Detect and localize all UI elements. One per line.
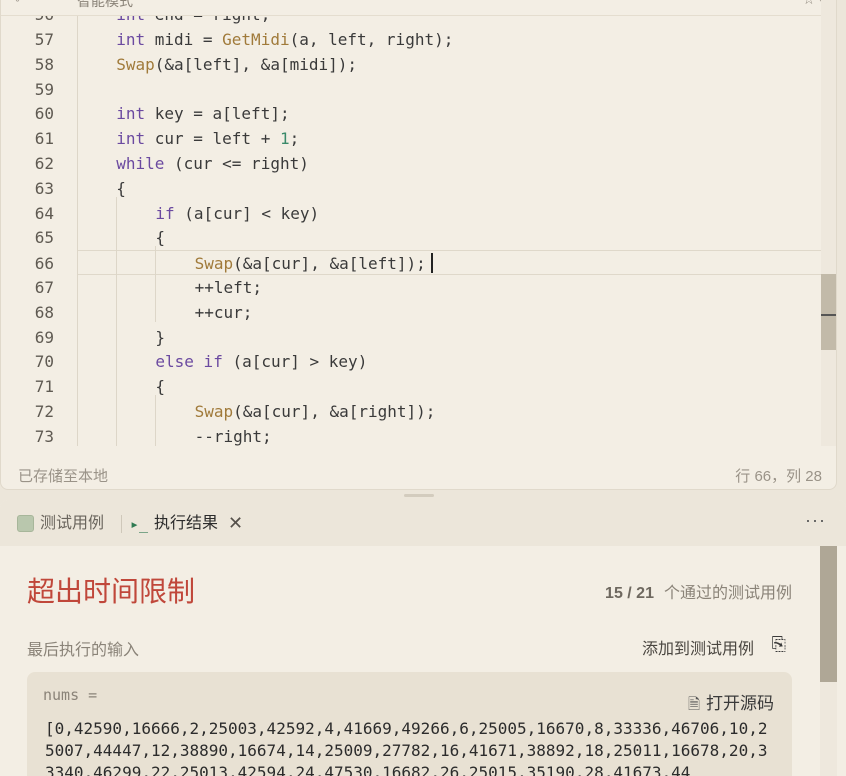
last-input-label: 最后执行的输入: [27, 642, 140, 659]
line-number: 73: [34, 426, 54, 446]
line-number: 70: [34, 352, 54, 372]
editor-mode-label[interactable]: 智能模式: [77, 0, 133, 11]
save-status: 已存储至本地: [18, 468, 109, 485]
line-number: 61: [34, 129, 54, 149]
terminal-icon: ▸_: [130, 515, 149, 533]
code-text: if (a[cur] < key): [155, 203, 320, 223]
code-text: --right;: [194, 426, 272, 446]
code-line-current[interactable]: 66 Swap(&a[cur], &a[left]);: [35, 250, 821, 276]
code-text: int key = a[left];: [116, 104, 290, 124]
code-text: Swap(&a[cur], &a[right]);: [194, 402, 436, 421]
editor-tabstrip: ◦ 智能模式 ☆ ◦: [1, 0, 836, 16]
tab-separator: [121, 515, 122, 533]
indent-guide: [77, 0, 78, 446]
code-text: }: [155, 327, 166, 347]
code-line[interactable]: 58 Swap(&a[left], &a[midi]);: [1, 52, 821, 77]
editor-scrollbar-track[interactable]: [821, 0, 836, 446]
pass-label: 个通过的测试用例: [663, 585, 792, 602]
line-number: 60: [34, 104, 54, 124]
code-line[interactable]: 63 {: [1, 176, 821, 201]
indent-guide: [116, 197, 117, 446]
line-number: 64: [34, 203, 54, 223]
code-line[interactable]: 67 ++left;: [1, 275, 821, 300]
code-area[interactable]: 56int end = right;57int midi = GetMidi(a…: [1, 0, 821, 446]
indent-guide: [155, 246, 156, 322]
line-number: 67: [34, 278, 54, 297]
editor-scrollbar-cursor-mark: [821, 314, 836, 316]
code-line[interactable]: 68 ++cur;: [1, 300, 821, 325]
add-to-testcase-button[interactable]: 添加到测试用例: [642, 635, 754, 659]
line-number: 66: [34, 254, 54, 274]
line-number: 68: [34, 302, 54, 322]
open-source-label: 打开源码: [706, 694, 774, 713]
code-text: while (cur <= right): [116, 154, 309, 173]
line-number: 72: [34, 402, 54, 421]
code-line[interactable]: 65 {: [1, 225, 821, 250]
pass-info: 15 / 21 个通过的测试用例: [605, 579, 792, 603]
code-line[interactable]: 60 int key = a[left];: [1, 101, 821, 126]
line-number: 62: [34, 154, 54, 173]
code-line[interactable]: 69}: [1, 325, 821, 350]
code-text: Swap(&a[left], &a[midi]);: [116, 54, 358, 74]
line-number: 59: [34, 79, 54, 99]
tab-testcase[interactable]: 测试用例: [40, 513, 104, 535]
result-panel: 测试用例 ▸_ 执行结果 ✕ ··· 超出时间限制 15 / 21 个通过的测试用…: [0, 500, 846, 776]
panel-scrollbar-thumb[interactable]: [820, 546, 837, 682]
editor-scrollbar-thumb[interactable]: [821, 274, 836, 350]
code-text: int midi = GetMidi(a, left, right);: [116, 30, 454, 49]
line-number: 71: [34, 377, 54, 397]
code-line[interactable]: 72 Swap(&a[cur], &a[right]);: [1, 399, 821, 424]
code-line[interactable]: 73 --right;: [1, 424, 821, 446]
code-line[interactable]: 61 int cur = left + 1;: [1, 126, 821, 151]
code-text: else if (a[cur] > key): [155, 352, 368, 372]
code-line[interactable]: 70 else if (a[cur] > key): [1, 349, 821, 374]
code-line[interactable]: 62 while (cur <= right): [1, 151, 821, 176]
pass-count: 15 / 21: [605, 585, 654, 602]
code-text: ++left;: [194, 278, 263, 297]
line-number: 57: [34, 30, 54, 49]
close-icon[interactable]: ✕: [228, 512, 243, 534]
input-value: [0,42590,16666,2,25003,42592,4,41669,492…: [45, 719, 768, 776]
code-line[interactable]: 64 if (a[cur] < key): [1, 201, 821, 226]
code-line[interactable]: 57 int midi = GetMidi(a, left, right);: [1, 27, 821, 52]
input-variable-name: nums =: [43, 686, 98, 704]
tab-result[interactable]: 执行结果: [154, 513, 218, 535]
cursor-position[interactable]: 行 66，列 28: [735, 465, 822, 486]
more-icon[interactable]: ···: [805, 510, 826, 531]
code-editor[interactable]: 56int end = right;57int midi = GetMidi(a…: [0, 0, 837, 490]
panel-resize-handle[interactable]: [404, 494, 434, 497]
input-card: nums = 🗎 打开源码 [0,42590,16666,2,25003,4259…: [27, 672, 792, 776]
text-cursor: [430, 253, 433, 274]
code-text: int cur = left + 1;: [116, 129, 300, 149]
code-text: {: [155, 377, 166, 397]
add-testcase-icon[interactable]: ⎘: [772, 634, 786, 655]
editor-status-bar: 已存储至本地 行 66，列 28: [1, 461, 836, 489]
open-source-button[interactable]: 🗎 打开源码: [688, 689, 774, 719]
panel-tabs: 测试用例 ▸_ 执行结果 ✕ ···: [0, 500, 846, 546]
code-text: Swap(&a[cur], &a[left]);: [194, 254, 426, 274]
line-number: 63: [34, 178, 54, 198]
line-number: 69: [34, 327, 54, 347]
add-to-testcase-label: 添加到测试用例: [641, 641, 754, 658]
code-text: ++cur;: [194, 302, 253, 322]
code-text: {: [116, 178, 126, 198]
indent-guide: [155, 395, 156, 446]
code-line[interactable]: 71 {: [1, 374, 821, 399]
code-text: {: [155, 228, 166, 248]
code-line[interactable]: 59: [1, 77, 821, 102]
back-icon[interactable]: ◦: [15, 0, 20, 7]
line-number: 65: [34, 228, 54, 248]
checkbox-icon: [17, 515, 34, 532]
result-status-title: 超出时间限制: [27, 576, 196, 607]
file-icon: 🗎: [687, 696, 700, 713]
line-number: 58: [34, 54, 54, 74]
